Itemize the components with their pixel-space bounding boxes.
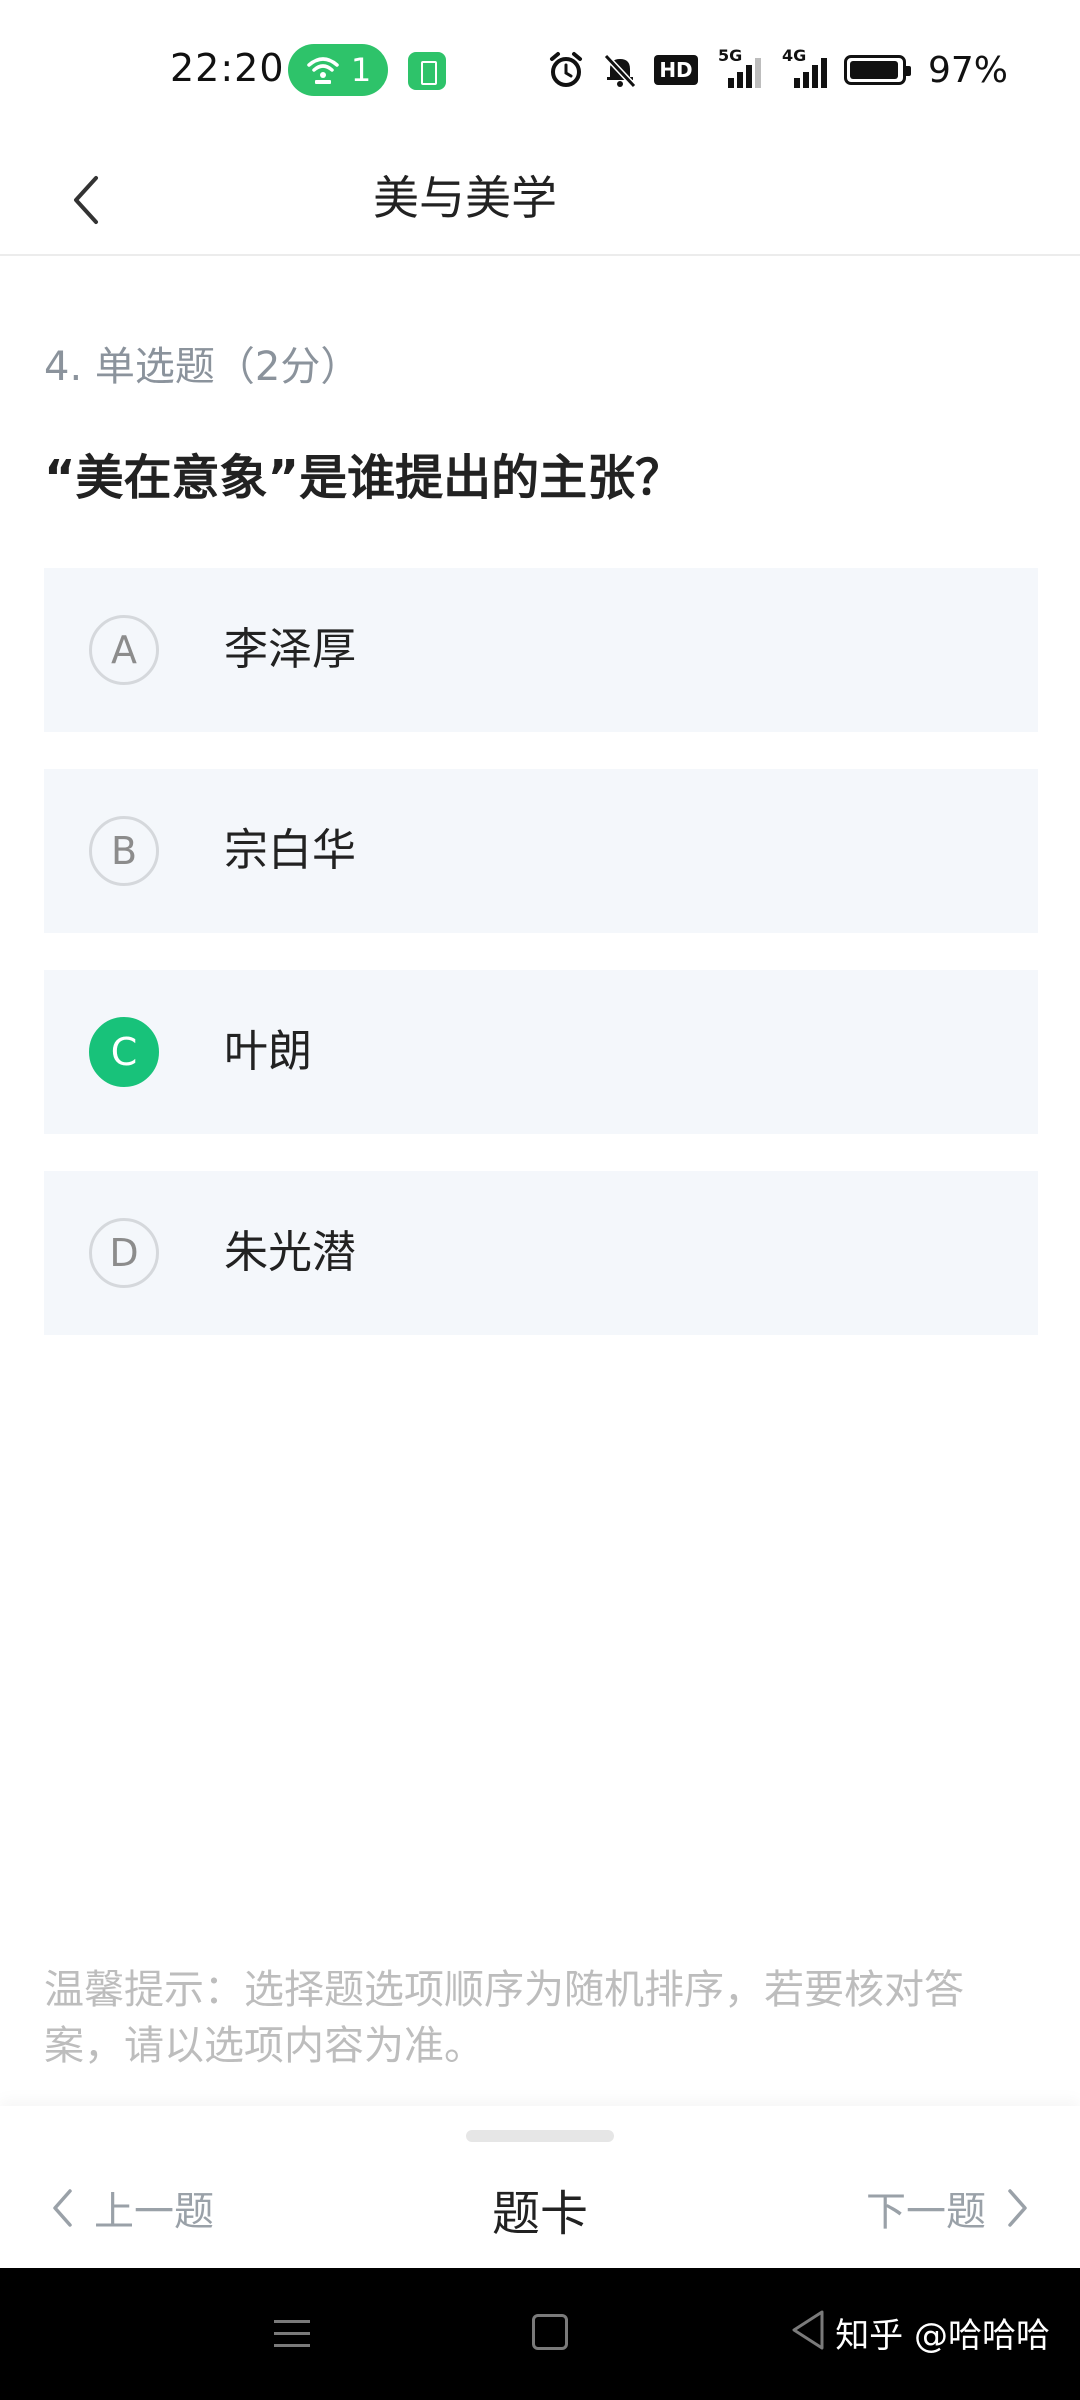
title-bar: 美与美学 <box>0 140 1080 256</box>
home-icon[interactable] <box>532 2314 568 2350</box>
alarm-icon <box>549 52 582 87</box>
watermark: 知乎 @哈哈哈 <box>835 2316 1050 2356</box>
menu-icon[interactable] <box>272 2314 312 2354</box>
signal-icon <box>727 58 761 88</box>
hd-icon: HD <box>653 55 698 85</box>
option-text: 宗白华 <box>224 825 356 876</box>
question-text: “美在意象”是谁提出的主张？ <box>44 450 684 506</box>
chevron-left-icon <box>74 176 98 224</box>
status-icons: HD 5G 4G 97% <box>546 44 1008 96</box>
next-question-label: 下一题 <box>866 2189 986 2235</box>
answer-card-label: 题卡 <box>491 2186 588 2242</box>
system-nav-bar: 知乎 @哈哈哈 <box>0 2268 1080 2400</box>
question-meta: 4. 单选题（2分） <box>44 344 361 390</box>
option-text: 朱光潜 <box>224 1227 356 1278</box>
next-question-button[interactable]: 下一题 <box>866 2176 1030 2240</box>
hotspot-indicator: 1 <box>288 44 388 96</box>
tip-text: 温馨提示：选择题选项顺序为随机排序，若要核对答案，请以选项内容为准。 <box>44 1967 964 2069</box>
signal-5g: 5G <box>712 46 764 90</box>
option-letter-badge: B <box>89 816 159 886</box>
option-text: 李泽厚 <box>224 624 356 675</box>
drag-handle[interactable] <box>466 2130 614 2142</box>
signal-4g: 4G <box>778 46 830 90</box>
back-button[interactable] <box>46 160 126 240</box>
page-title-text: 美与美学 <box>373 171 557 225</box>
option-letter-badge: D <box>89 1218 159 1288</box>
status-bar: 22:20 1 HD 5G 4G 97% <box>0 0 1080 140</box>
battery-percent: 97% <box>927 49 1008 91</box>
option-letter-badge: A <box>89 615 159 685</box>
hd-label: HD <box>659 58 693 82</box>
signal-icon <box>793 58 827 88</box>
battery-icon <box>843 55 911 85</box>
option-text: 叶朗 <box>224 1026 312 1077</box>
hotspot-count: 1 <box>350 51 372 89</box>
option-b[interactable]: B 宗白华 <box>44 769 1038 933</box>
hotspot-icon <box>307 57 339 84</box>
option-d[interactable]: D 朱光潜 <box>44 1171 1038 1335</box>
option-letter-badge: C <box>89 1017 159 1087</box>
options-list: A 李泽厚 B 宗白华 C 叶朗 D 朱光潜 <box>44 568 1038 1372</box>
chevron-right-icon <box>1008 2189 1027 2227</box>
status-time: 22:20 <box>170 46 285 90</box>
option-c[interactable]: C 叶朗 <box>44 970 1038 1134</box>
mute-bell-icon <box>603 53 637 89</box>
battery-saver-icon <box>408 52 446 90</box>
battery-fill <box>849 61 899 79</box>
bottom-nav: 上一题 题卡 下一题 <box>0 2106 1080 2268</box>
page-title: 美与美学 <box>0 140 1080 256</box>
back-triangle-icon[interactable] <box>788 2308 828 2352</box>
option-a[interactable]: A 李泽厚 <box>44 568 1038 732</box>
